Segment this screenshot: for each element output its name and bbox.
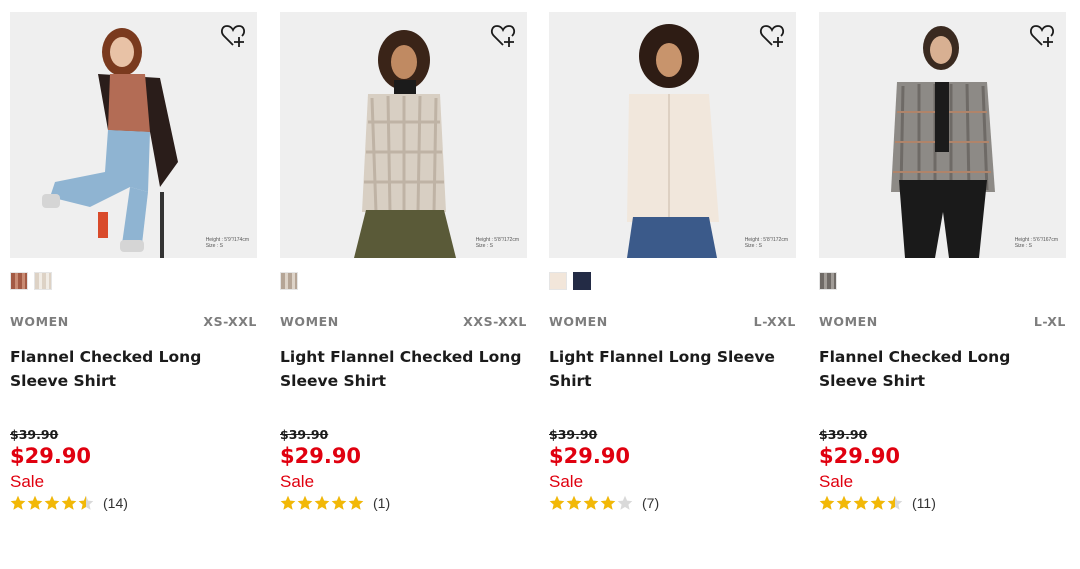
sale-price: $29.90 [819, 444, 901, 468]
rating-row[interactable]: (7) [549, 495, 796, 511]
color-swatch[interactable] [819, 272, 837, 290]
size-range: L-XL [1033, 314, 1066, 329]
star-icon [819, 495, 835, 510]
model-info: Height : 5'8"/172cm Size : S [476, 237, 519, 249]
sale-label: Sale [549, 472, 584, 491]
heart-plus-icon[interactable] [489, 22, 517, 50]
star-icon [314, 495, 330, 510]
color-swatch[interactable] [34, 272, 52, 290]
product-image[interactable]: Height : 5'6"/167cm Size : S [819, 12, 1066, 258]
heart-plus-icon[interactable] [758, 22, 786, 50]
star-icon [583, 495, 599, 510]
color-swatches [549, 272, 796, 290]
gender-label: WOMEN [10, 314, 69, 329]
color-swatch[interactable] [573, 272, 591, 290]
model-info: Height : 5'8"/172cm Size : S [745, 237, 788, 249]
gender-label: WOMEN [280, 314, 339, 329]
product-image[interactable]: Height : 5'9"/174cm Size : S [10, 12, 257, 258]
star-rating [549, 495, 633, 511]
product-card[interactable]: Height : 5'6"/167cm Size : S WOMEN L-XL … [819, 12, 1066, 511]
star-icon [27, 495, 43, 510]
product-image[interactable]: Height : 5'8"/172cm Size : S [549, 12, 796, 258]
heart-plus-icon[interactable] [219, 22, 247, 50]
sale-label: Sale [819, 472, 854, 491]
model-size: Size : S [205, 243, 223, 249]
star-icon [549, 495, 565, 510]
color-swatches [819, 272, 1066, 290]
size-range: L-XXL [753, 314, 796, 329]
model-size: Size : S [744, 243, 762, 249]
color-swatches [280, 272, 527, 290]
star-icon [78, 495, 94, 510]
review-count: (1) [373, 495, 391, 511]
original-price: $39.90 [280, 427, 329, 442]
model-info: Height : 5'9"/174cm Size : S [206, 237, 249, 249]
star-icon [331, 495, 347, 510]
star-icon [44, 495, 60, 510]
rating-row[interactable]: (11) [819, 495, 1066, 511]
star-rating [280, 495, 364, 511]
star-rating [10, 495, 94, 511]
rating-row[interactable]: (1) [280, 495, 527, 511]
star-icon [61, 495, 77, 510]
model-size: Size : S [475, 243, 493, 249]
product-grid: Height : 5'9"/174cm Size : S WOMEN XS-XX… [0, 0, 1080, 569]
gender-label: WOMEN [549, 314, 608, 329]
product-card[interactable]: Height : 5'9"/174cm Size : S WOMEN XS-XX… [10, 12, 257, 511]
product-meta-row: WOMEN XS-XXL [10, 314, 257, 329]
star-icon [836, 495, 852, 510]
star-icon [280, 495, 296, 510]
product-title[interactable]: Light Flannel Long Sleeve Shirt [549, 345, 796, 405]
product-meta-row: WOMEN L-XL [819, 314, 1066, 329]
original-price: $39.90 [819, 427, 868, 442]
rating-row[interactable]: (14) [10, 495, 257, 511]
model-info: Height : 5'6"/167cm Size : S [1015, 237, 1058, 249]
heart-plus-icon[interactable] [1028, 22, 1056, 50]
star-icon [297, 495, 313, 510]
star-icon [566, 495, 582, 510]
sale-price: $29.90 [549, 444, 631, 468]
product-card[interactable]: Height : 5'8"/172cm Size : S WOMEN XXS-X… [280, 12, 527, 511]
star-rating [819, 495, 903, 511]
product-meta-row: WOMEN L-XXL [549, 314, 796, 329]
star-icon [348, 495, 364, 510]
original-price: $39.90 [549, 427, 598, 442]
color-swatch[interactable] [280, 272, 298, 290]
model-size: Size : S [1014, 243, 1032, 249]
size-range: XS-XXL [203, 314, 257, 329]
sale-label: Sale [280, 472, 315, 491]
review-count: (14) [103, 495, 128, 511]
color-swatch[interactable] [549, 272, 567, 290]
star-icon [887, 495, 903, 510]
color-swatch[interactable] [10, 272, 28, 290]
size-range: XXS-XXL [463, 314, 527, 329]
sale-label: Sale [10, 472, 45, 491]
star-icon [617, 495, 633, 510]
original-price: $39.90 [10, 427, 59, 442]
review-count: (7) [642, 495, 660, 511]
product-image[interactable]: Height : 5'8"/172cm Size : S [280, 12, 527, 258]
star-icon [600, 495, 616, 510]
color-swatches [10, 272, 257, 290]
product-card[interactable]: Height : 5'8"/172cm Size : S WOMEN L-XXL… [549, 12, 796, 511]
product-title[interactable]: Flannel Checked Long Sleeve Shirt [819, 345, 1066, 405]
star-icon [10, 495, 26, 510]
product-title[interactable]: Light Flannel Checked Long Sleeve Shirt [280, 345, 527, 405]
product-title[interactable]: Flannel Checked Long Sleeve Shirt [10, 345, 257, 405]
sale-price: $29.90 [10, 444, 92, 468]
star-icon [870, 495, 886, 510]
product-meta-row: WOMEN XXS-XXL [280, 314, 527, 329]
sale-price: $29.90 [280, 444, 362, 468]
star-icon [853, 495, 869, 510]
review-count: (11) [912, 495, 936, 511]
gender-label: WOMEN [819, 314, 878, 329]
